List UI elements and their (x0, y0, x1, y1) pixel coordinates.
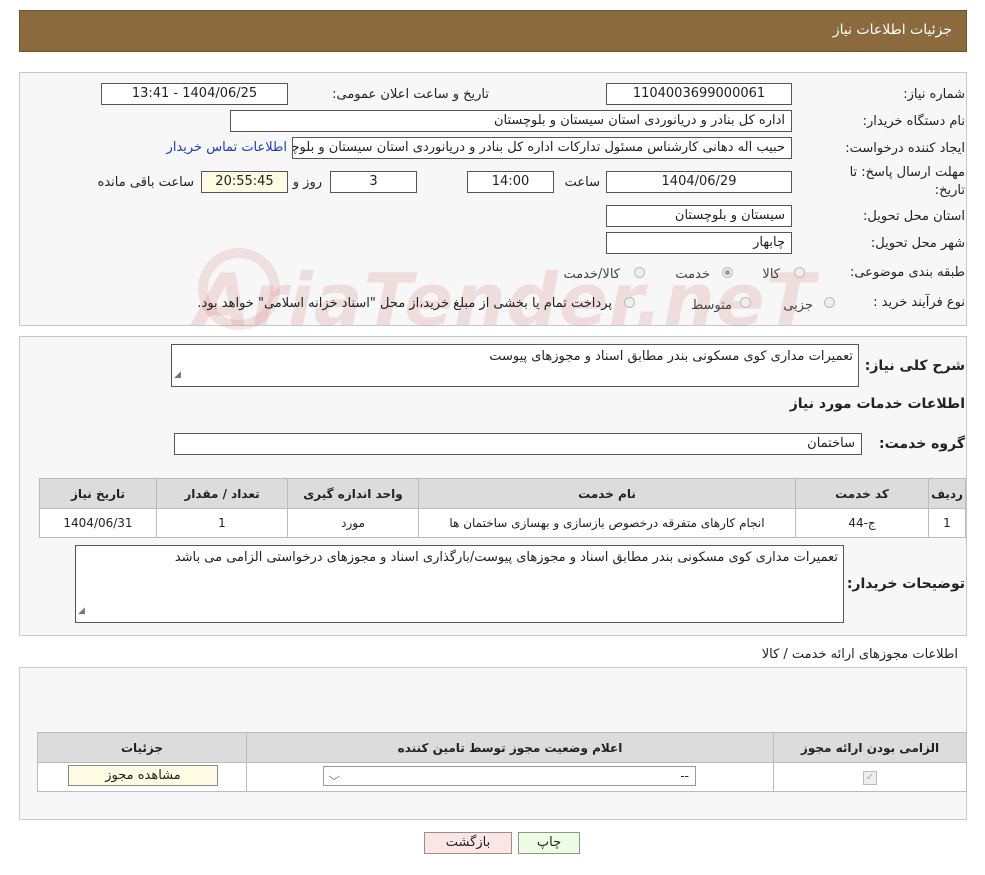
checkbox-icon: ✓ (863, 771, 877, 785)
print-button[interactable]: چاپ (518, 832, 580, 854)
cell-qty: 1 (156, 508, 288, 538)
summary-field: تعمیرات مداری کوی مسکونی بندر مطابق اسنا… (171, 344, 859, 387)
view-permit-button[interactable]: مشاهده مجوز (68, 765, 218, 786)
page-title: جزئیات اطلاعات نیاز (832, 22, 952, 38)
category-radio-goods-service[interactable] (634, 267, 645, 278)
table-row: ✓ ⌵ -- مشاهده مجوز (37, 762, 967, 792)
remaining-time-field: 20:55:45 (201, 171, 288, 193)
deadline-label: مهلت ارسال پاسخ: تا (849, 165, 965, 180)
remaining-label: ساعت باقی مانده (97, 175, 194, 190)
province-field: سیستان و بلوچستان (606, 205, 792, 227)
cell-unit: مورد (287, 508, 419, 538)
buyer-notes-label: توضیحات خریدار: (846, 576, 965, 592)
process-radio-treasury[interactable] (624, 297, 635, 308)
buyer-contact-link[interactable]: اطلاعات تماس خریدار (167, 140, 287, 155)
cell-name: انجام کارهای متفرقه درخصوص بازسازی و بهس… (418, 508, 796, 538)
category-option-service: خدمت (675, 267, 710, 282)
city-label: شهر محل تحویل: (870, 236, 965, 251)
col-permit-details: جزئیات (37, 732, 247, 763)
deadline-time-field: 14:00 (467, 171, 554, 193)
days-field: 3 (330, 171, 417, 193)
services-section-title: اطلاعات خدمات مورد نیاز (789, 396, 965, 412)
category-option-goods-service: کالا/خدمت (563, 267, 620, 282)
category-option-goods: کالا (762, 267, 780, 282)
permits-section-title: اطلاعات مجوزهای ارائه خدمت / کالا (761, 647, 958, 662)
cell-permit-status: ⌵ -- (246, 762, 774, 792)
province-label: استان محل تحویل: (863, 209, 965, 224)
resize-grip-icon[interactable]: ◢ (174, 366, 181, 385)
category-label: طبقه بندی موضوعی: (849, 265, 965, 280)
resize-grip-icon[interactable]: ◢ (78, 602, 85, 621)
cell-code: ج-44 (795, 508, 929, 538)
deadline-label-2: تاریخ: (934, 183, 965, 198)
col-code: کد خدمت (795, 478, 929, 509)
permit-status-select[interactable]: ⌵ -- (323, 766, 696, 786)
col-date: تاریخ نیاز (39, 478, 157, 509)
requester-label: ایجاد کننده درخواست: (845, 141, 965, 156)
permits-table: الزامی بودن ارائه مجوز اعلام وضعیت مجوز … (37, 732, 967, 792)
cell-date: 1404/06/31 (39, 508, 157, 538)
announce-label: تاریخ و ساعت اعلان عمومی: (332, 87, 489, 102)
days-label: روز و (292, 175, 322, 190)
cell-permit-required: ✓ (773, 762, 967, 792)
col-name: نام خدمت (418, 478, 796, 509)
permit-status-value: -- (680, 769, 689, 783)
process-option-minor: جزیی (783, 298, 813, 313)
col-qty: تعداد / مقدار (156, 478, 288, 509)
summary-text: تعمیرات مداری کوی مسکونی بندر مطابق اسنا… (489, 349, 853, 364)
col-row: ردیف (928, 478, 966, 509)
buyer-notes-text: تعمیرات مداری کوی مسکونی بندر مطابق اسنا… (174, 550, 838, 565)
category-radio-service[interactable] (722, 267, 733, 278)
process-note: پرداخت تمام یا بخشی از مبلغ خرید،از محل … (197, 296, 612, 311)
service-group-label: گروه خدمت: (879, 436, 965, 452)
page-header: جزئیات اطلاعات نیاز (19, 10, 967, 52)
process-radio-medium[interactable] (740, 297, 751, 308)
col-unit: واحد اندازه گیری (287, 478, 419, 509)
col-permit-required: الزامی بودن ارائه مجوز (773, 732, 967, 763)
service-group-field: ساختمان (174, 433, 862, 455)
table-row: 1 ج-44 انجام کارهای متفرقه درخصوص بازساز… (39, 508, 966, 538)
chevron-down-icon: ⌵ (328, 770, 341, 783)
process-radio-minor[interactable] (824, 297, 835, 308)
need-number-label: شماره نیاز: (903, 87, 965, 102)
city-field: چابهار (606, 232, 792, 254)
cell-row: 1 (928, 508, 966, 538)
deadline-time-label: ساعت (564, 175, 600, 190)
col-permit-status: اعلام وضعیت مجوز توسط تامین کننده (246, 732, 774, 763)
back-button[interactable]: بازگشت (424, 832, 512, 854)
summary-label: شرح کلی نیاز: (864, 358, 965, 374)
category-radio-goods[interactable] (794, 267, 805, 278)
buyer-org-field: اداره کل بنادر و دریانوردی استان سیستان … (230, 110, 792, 132)
buyer-notes-field: تعمیرات مداری کوی مسکونی بندر مطابق اسنا… (75, 545, 844, 623)
requester-field: حبیب اله دهانی کارشناس مسئول تدارکات ادا… (292, 137, 792, 159)
services-table: ردیف کد خدمت نام خدمت واحد اندازه گیری ت… (39, 478, 966, 538)
process-label: نوع فرآیند خرید : (873, 295, 965, 310)
deadline-date-field: 1404/06/29 (606, 171, 792, 193)
cell-permit-details: مشاهده مجوز (37, 762, 247, 792)
need-number-field: 1104003699000061 (606, 83, 792, 105)
process-option-medium: متوسط (691, 298, 732, 313)
announce-field: 1404/06/25 - 13:41 (101, 83, 288, 105)
buyer-org-label: نام دستگاه خریدار: (862, 114, 965, 129)
